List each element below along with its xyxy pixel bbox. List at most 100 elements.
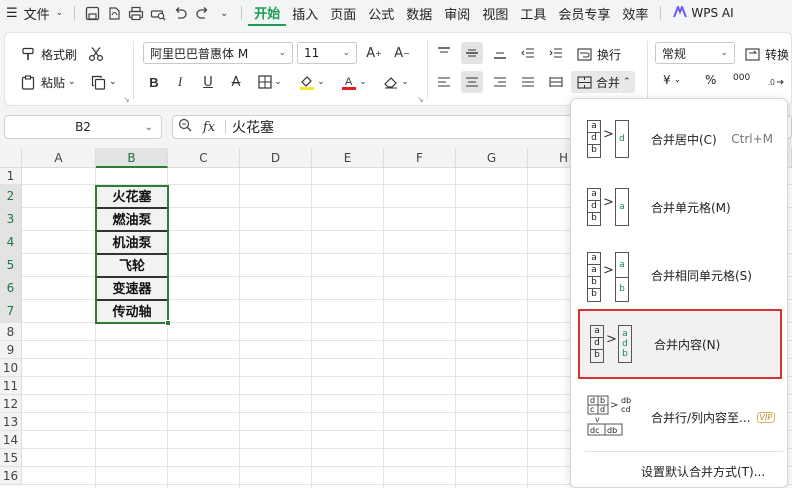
align-center-icon[interactable] [461,71,483,93]
row-header-9[interactable]: 9 [0,341,22,359]
cell-b5[interactable]: 飞轮 [96,254,168,277]
clear-format-icon[interactable]: ⌄ [381,71,411,93]
wrap-text-button[interactable]: 换行 [575,45,621,63]
insert-function-icon[interactable]: fx [197,120,221,135]
distribute-icon[interactable] [545,71,567,93]
wps-ai-button[interactable]: WPS AI [673,3,734,21]
print-preview-icon[interactable] [147,0,169,26]
tab-tools[interactable]: 工具 [514,0,552,26]
row-header-2[interactable]: 2 [0,185,22,208]
column-header-g[interactable]: G [456,148,528,168]
merge-button[interactable]: 合并 ⌃ [571,71,635,93]
row-header-11[interactable]: 11 [0,377,22,395]
tab-view[interactable]: 视图 [476,0,514,26]
menu-item-merge-same-cells[interactable]: aabb > a b 合并相同单元格(S) [577,243,783,307]
row-header-8[interactable]: 8 [0,323,22,341]
column-header-d[interactable]: D [240,148,312,168]
strikethrough-icon[interactable]: A [225,71,247,93]
row-header-5[interactable]: 5 [0,254,22,277]
thousands-separator-button[interactable]: 000 [733,73,750,83]
increase-font-icon[interactable]: A + [363,42,385,64]
row-header-10[interactable]: 10 [0,359,22,377]
cell-b4[interactable]: 机油泵 [96,231,168,254]
column-header-f[interactable]: F [384,148,456,168]
font-size-select[interactable]: 11 ⌄ [297,42,357,64]
fill-color-icon[interactable]: ⌄ [297,71,327,93]
borders-icon[interactable]: ⌄ [255,71,285,93]
tab-insert[interactable]: 插入 [286,0,324,26]
align-top-icon[interactable] [433,42,455,64]
cell-b6[interactable]: 变速器 [96,277,168,300]
row-header-14[interactable]: 14 [0,431,22,449]
font-color-icon[interactable]: A ⌄ [339,71,369,93]
font-name-select[interactable]: 阿里巴巴普惠体 M ⌄ [143,42,293,64]
cell-b7[interactable]: 传动轴 [96,300,168,323]
print-icon[interactable] [125,0,147,26]
bold-icon[interactable]: B [143,71,165,93]
svg-text:d: d [600,405,605,414]
chevron-down-icon: ⌄ [342,48,350,58]
copy-button[interactable]: ⌄ [89,73,117,91]
indent-increase-icon[interactable] [545,42,567,64]
column-header-c[interactable]: C [168,148,240,168]
align-left-icon[interactable] [433,71,455,93]
save-icon[interactable] [81,0,103,26]
row-header-6[interactable]: 6 [0,277,22,300]
cell-b3[interactable]: 燃油泵 [96,208,168,231]
font-expand-icon[interactable]: ↘ [417,95,424,104]
convert-button[interactable]: 转换 [743,45,789,63]
format-painter-button[interactable]: 格式刷 [19,45,77,63]
italic-icon[interactable]: I [169,71,191,93]
select-all-corner[interactable] [0,148,22,168]
more-chevron-icon[interactable]: ⌄ [213,0,235,26]
align-right-icon[interactable] [489,71,511,93]
menu-item-merge-content[interactable]: adb > a d b 合并内容(N) [578,309,782,379]
row-header-15[interactable]: 15 [0,449,22,467]
tab-member[interactable]: 会员专享 [552,0,616,26]
tab-review[interactable]: 审阅 [438,0,476,26]
row-header-16[interactable]: 16 [0,467,22,485]
row-header-13[interactable]: 13 [0,413,22,431]
align-middle-icon[interactable] [461,42,483,64]
fill-handle[interactable] [165,320,171,326]
menu-item-merge-row-column[interactable]: d b c d > db cd v dc db 合并行/列内容至... VIP [577,385,783,449]
export-pdf-icon[interactable] [103,0,125,26]
column-header-b[interactable]: B [96,148,168,168]
justify-icon[interactable] [517,71,539,93]
row-header-12[interactable]: 12 [0,395,22,413]
column-header-e[interactable]: E [312,148,384,168]
file-menu[interactable]: ☰ 文件 ⌄ [0,0,68,26]
align-bottom-icon[interactable] [489,42,511,64]
underline-icon[interactable]: U [197,71,219,93]
name-box[interactable]: B2 ⌄ [4,115,162,139]
decimal-increase-icon[interactable]: .0 [765,71,787,93]
tab-home[interactable]: 开始 [248,0,287,26]
paste-button[interactable]: 粘贴 ⌄ [19,73,76,91]
currency-symbol: ¥ [663,73,671,87]
menu-item-merge-center[interactable]: adb > d 合并居中(C) Ctrl+M [577,107,783,171]
tab-data[interactable]: 数据 [400,0,438,26]
row-header-7[interactable]: 7 [0,300,22,323]
formula-value[interactable]: 火花塞 [232,117,274,137]
cut-icon[interactable] [85,43,107,65]
svg-text:c: c [590,405,594,414]
indent-decrease-icon[interactable] [517,42,539,64]
currency-button[interactable]: ¥ ⌄ [663,73,681,87]
row-header-4[interactable]: 4 [0,231,22,254]
percent-button[interactable]: % [705,73,716,87]
tab-formula[interactable]: 公式 [362,0,400,26]
undo-icon[interactable] [169,0,191,26]
column-header-a[interactable]: A [22,148,96,168]
redo-icon[interactable] [191,0,213,26]
tab-page[interactable]: 页面 [324,0,362,26]
tab-efficiency[interactable]: 效率 [616,0,654,26]
row-header-3[interactable]: 3 [0,208,22,231]
zoom-search-icon[interactable] [173,118,197,136]
decrease-font-icon[interactable]: A − [391,42,413,64]
cell-b2[interactable]: 火花塞 [96,185,168,208]
menu-item-merge-cells[interactable]: adb > a 合并单元格(M) [577,175,783,239]
number-format-select[interactable]: 常规 ⌄ [655,42,735,64]
row-header-1[interactable]: 1 [0,168,22,185]
clipboard-expand-icon[interactable]: ↘ [123,95,130,104]
menu-item-set-default-merge[interactable]: 设置默认合并方式(T)... [641,463,765,480]
